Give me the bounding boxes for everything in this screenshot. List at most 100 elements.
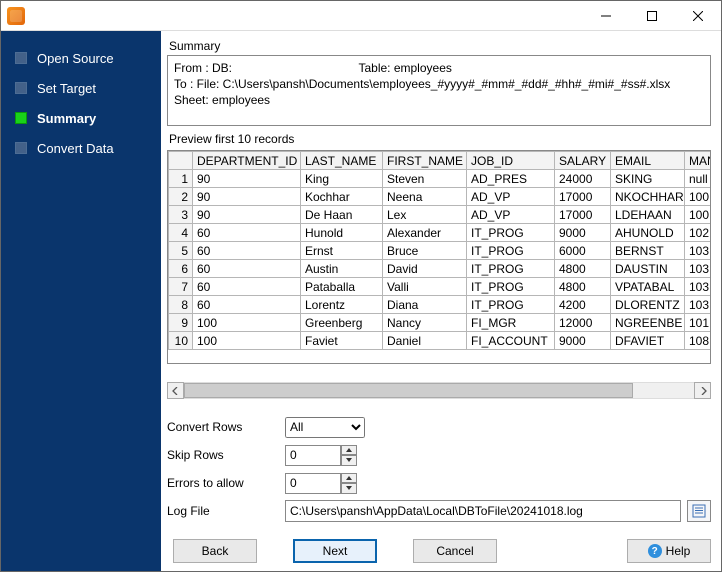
grid-cell[interactable]: Ernst: [301, 242, 383, 260]
grid-cell[interactable]: AD_VP: [467, 188, 555, 206]
grid-cell[interactable]: 17000: [555, 206, 611, 224]
grid-cell[interactable]: DFAVIET: [611, 332, 685, 350]
grid-cell[interactable]: 60: [193, 224, 301, 242]
grid-cell[interactable]: Greenberg: [301, 314, 383, 332]
col-header[interactable]: FIRST_NAME: [383, 152, 467, 170]
grid-cell[interactable]: NKOCHHAR: [611, 188, 685, 206]
grid-cell[interactable]: 24000: [555, 170, 611, 188]
grid-cell[interactable]: 60: [193, 260, 301, 278]
grid-cell[interactable]: Steven: [383, 170, 467, 188]
grid-cell[interactable]: 90: [193, 206, 301, 224]
help-button[interactable]: ? Help: [627, 539, 711, 563]
grid-cell[interactable]: FI_MGR: [467, 314, 555, 332]
skip-rows-spinner[interactable]: [285, 445, 357, 466]
grid-cell[interactable]: 101: [685, 314, 711, 332]
table-row[interactable]: 190KingStevenAD_PRES24000SKINGnull: [169, 170, 711, 188]
preview-grid[interactable]: DEPARTMENT_ID LAST_NAME FIRST_NAME JOB_I…: [168, 151, 710, 350]
table-row[interactable]: 390De HaanLexAD_VP17000LDEHAAN100: [169, 206, 711, 224]
grid-cell[interactable]: 108: [685, 332, 711, 350]
table-row[interactable]: 10100FavietDanielFI_ACCOUNT9000DFAVIET10…: [169, 332, 711, 350]
grid-cell[interactable]: David: [383, 260, 467, 278]
sidebar-step-open-source[interactable]: Open Source: [1, 43, 161, 73]
grid-cell[interactable]: DAUSTIN: [611, 260, 685, 278]
grid-cell[interactable]: 4200: [555, 296, 611, 314]
scroll-right-icon[interactable]: [694, 382, 711, 399]
back-button[interactable]: Back: [173, 539, 257, 563]
grid-cell[interactable]: Lorentz: [301, 296, 383, 314]
grid-cell[interactable]: NGREENBE: [611, 314, 685, 332]
grid-cell[interactable]: 100: [193, 332, 301, 350]
grid-cell[interactable]: 103: [685, 242, 711, 260]
grid-cell[interactable]: 9000: [555, 332, 611, 350]
spin-up-icon[interactable]: [341, 445, 357, 456]
grid-cell[interactable]: 60: [193, 278, 301, 296]
grid-cell[interactable]: 100: [685, 188, 711, 206]
grid-cell[interactable]: Alexander: [383, 224, 467, 242]
col-header[interactable]: MANAG: [685, 152, 711, 170]
grid-cell[interactable]: IT_PROG: [467, 242, 555, 260]
grid-cell[interactable]: AD_VP: [467, 206, 555, 224]
sidebar-step-convert-data[interactable]: Convert Data: [1, 133, 161, 163]
grid-cell[interactable]: FI_ACCOUNT: [467, 332, 555, 350]
grid-cell[interactable]: 6000: [555, 242, 611, 260]
grid-cell[interactable]: 4800: [555, 278, 611, 296]
next-button[interactable]: Next: [293, 539, 377, 563]
window-minimize-button[interactable]: [583, 1, 629, 31]
scroll-track[interactable]: [184, 382, 694, 399]
grid-cell[interactable]: LDEHAAN: [611, 206, 685, 224]
spin-up-icon[interactable]: [341, 473, 357, 484]
table-row[interactable]: 760PataballaValliIT_PROG4800VPATABAL103: [169, 278, 711, 296]
table-row[interactable]: 460HunoldAlexanderIT_PROG9000AHUNOLD102: [169, 224, 711, 242]
grid-cell[interactable]: 90: [193, 170, 301, 188]
grid-cell[interactable]: IT_PROG: [467, 296, 555, 314]
grid-cell[interactable]: 4800: [555, 260, 611, 278]
grid-cell[interactable]: 100: [193, 314, 301, 332]
spin-down-icon[interactable]: [341, 483, 357, 494]
grid-cell[interactable]: 103: [685, 296, 711, 314]
grid-cell[interactable]: Pataballa: [301, 278, 383, 296]
grid-cell[interactable]: Lex: [383, 206, 467, 224]
sidebar-step-summary[interactable]: Summary: [1, 103, 161, 133]
table-row[interactable]: 860LorentzDianaIT_PROG4200DLORENTZ103: [169, 296, 711, 314]
col-header[interactable]: SALARY: [555, 152, 611, 170]
grid-cell[interactable]: King: [301, 170, 383, 188]
grid-cell[interactable]: SKING: [611, 170, 685, 188]
log-file-browse-button[interactable]: [687, 500, 711, 522]
grid-cell[interactable]: Diana: [383, 296, 467, 314]
table-row[interactable]: 560ErnstBruceIT_PROG6000BERNST103: [169, 242, 711, 260]
grid-cell[interactable]: Austin: [301, 260, 383, 278]
grid-cell[interactable]: Hunold: [301, 224, 383, 242]
grid-cell[interactable]: Faviet: [301, 332, 383, 350]
grid-cell[interactable]: null: [685, 170, 711, 188]
table-row[interactable]: 9100GreenbergNancyFI_MGR12000NGREENBE101: [169, 314, 711, 332]
cancel-button[interactable]: Cancel: [413, 539, 497, 563]
table-row[interactable]: 660AustinDavidIT_PROG4800DAUSTIN103: [169, 260, 711, 278]
grid-cell[interactable]: 12000: [555, 314, 611, 332]
grid-cell[interactable]: IT_PROG: [467, 224, 555, 242]
grid-cell[interactable]: 60: [193, 296, 301, 314]
grid-cell[interactable]: AHUNOLD: [611, 224, 685, 242]
sidebar-step-set-target[interactable]: Set Target: [1, 73, 161, 103]
grid-cell[interactable]: IT_PROG: [467, 278, 555, 296]
col-header[interactable]: JOB_ID: [467, 152, 555, 170]
skip-rows-input[interactable]: [285, 445, 341, 466]
grid-cell[interactable]: 90: [193, 188, 301, 206]
scroll-left-icon[interactable]: [167, 382, 184, 399]
col-header[interactable]: DEPARTMENT_ID: [193, 152, 301, 170]
grid-cell[interactable]: Daniel: [383, 332, 467, 350]
window-close-button[interactable]: [675, 1, 721, 31]
col-header[interactable]: EMAIL: [611, 152, 685, 170]
grid-cell[interactable]: 103: [685, 260, 711, 278]
scroll-thumb[interactable]: [184, 383, 633, 398]
spin-down-icon[interactable]: [341, 455, 357, 466]
grid-cell[interactable]: IT_PROG: [467, 260, 555, 278]
grid-cell[interactable]: DLORENTZ: [611, 296, 685, 314]
grid-cell[interactable]: VPATABAL: [611, 278, 685, 296]
convert-rows-select[interactable]: All: [285, 417, 365, 438]
grid-cell[interactable]: 102: [685, 224, 711, 242]
errors-allow-input[interactable]: [285, 473, 341, 494]
col-header[interactable]: LAST_NAME: [301, 152, 383, 170]
grid-cell[interactable]: 60: [193, 242, 301, 260]
grid-cell[interactable]: Neena: [383, 188, 467, 206]
grid-cell[interactable]: Nancy: [383, 314, 467, 332]
